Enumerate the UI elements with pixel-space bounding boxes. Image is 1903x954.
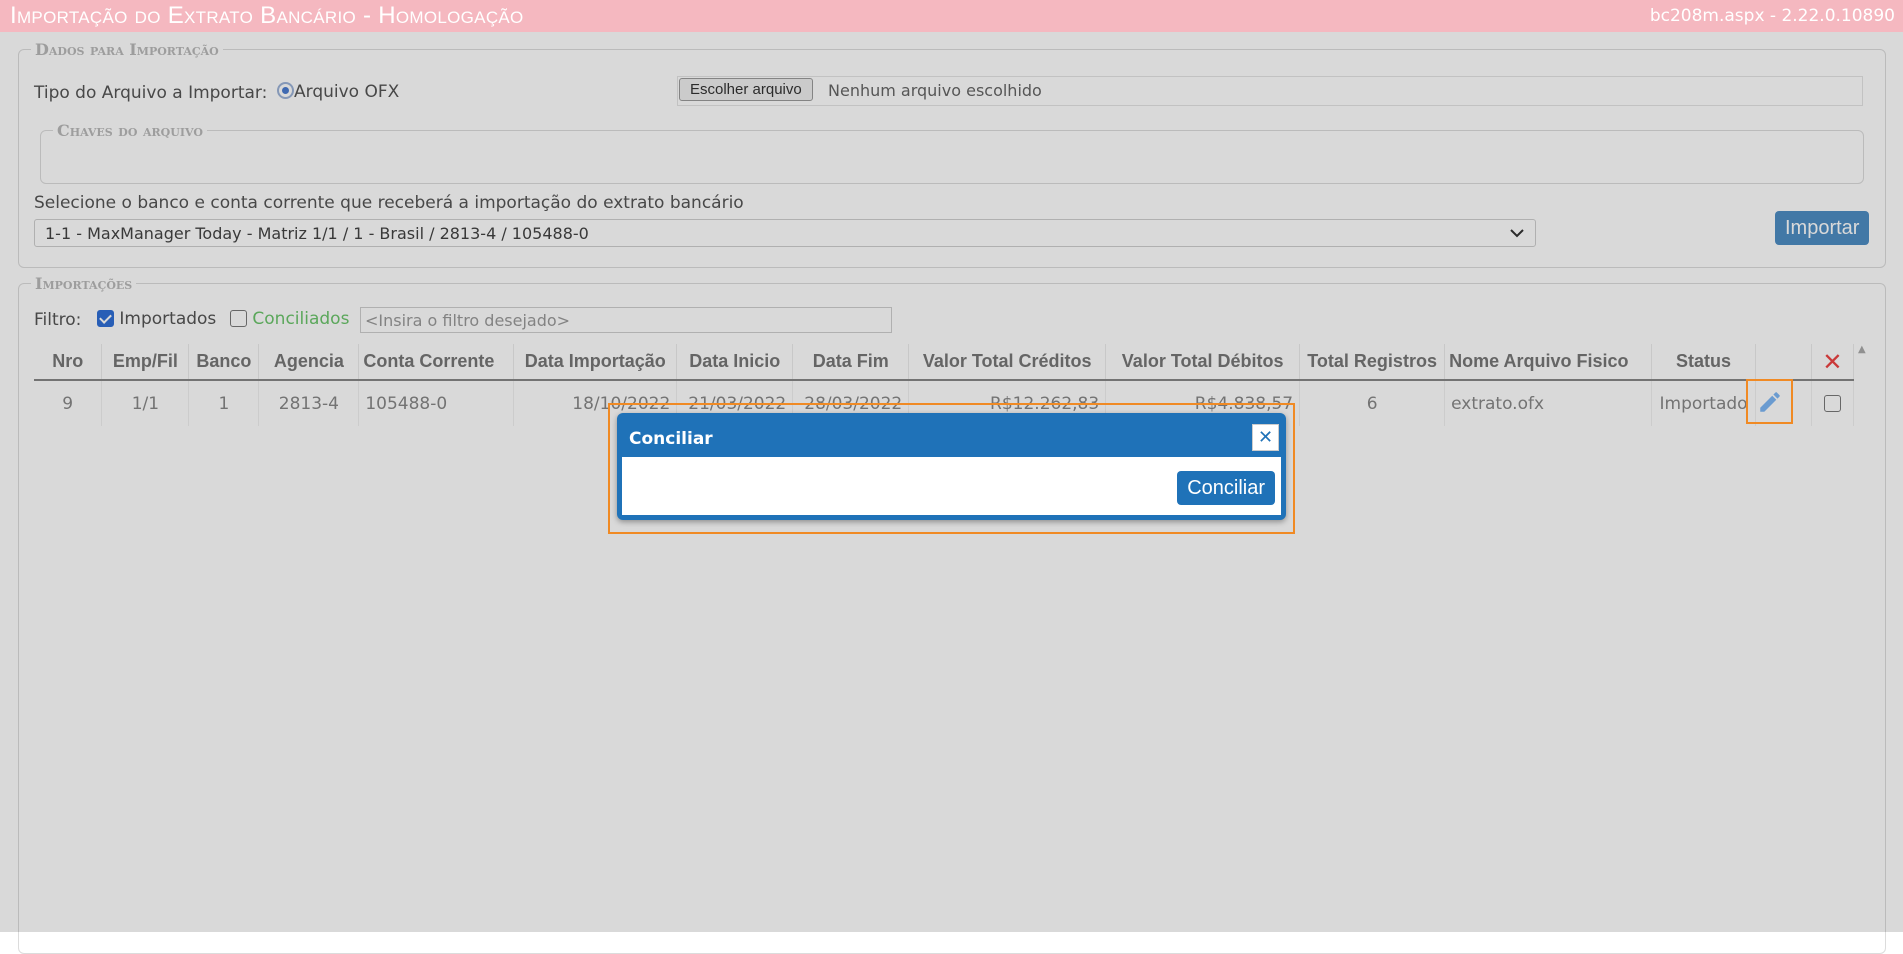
pencil-icon: [1759, 391, 1780, 412]
title-bar: Importação do Extrato Bancário - Homolog…: [0, 0, 1903, 32]
page-title: Importação do Extrato Bancário - Homolog…: [10, 2, 524, 29]
conciliar-button[interactable]: Conciliar: [1177, 471, 1275, 505]
edit-button[interactable]: [1746, 379, 1793, 424]
dialog-title: Conciliar: [629, 429, 713, 449]
dialog-body: Conciliar: [622, 457, 1281, 515]
conciliar-dialog: Conciliar ✕ Conciliar: [617, 413, 1286, 520]
close-icon[interactable]: ✕: [1252, 424, 1279, 451]
page-version: bc208m.aspx - 2.22.0.10890: [1649, 6, 1895, 26]
